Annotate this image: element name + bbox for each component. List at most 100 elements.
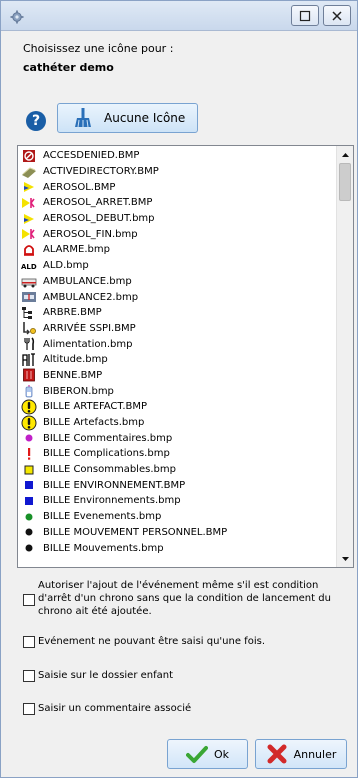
option-allow-event-checkbox[interactable]	[23, 594, 35, 606]
no-icon-button[interactable]: Aucune Icône	[57, 103, 198, 133]
list-item-label: BILLE Complications.bmp	[43, 448, 170, 460]
list-item[interactable]: BILLE Consommables.bmp	[18, 462, 336, 478]
list-item[interactable]: BILLE Commentaires.bmp	[18, 430, 336, 446]
list-item[interactable]: BILLE Complications.bmp	[18, 446, 336, 462]
list-item[interactable]: BILLE Mouvements.bmp	[18, 540, 336, 556]
list-item[interactable]: ALD ALD.bmp	[18, 258, 336, 274]
scroll-up-arrow[interactable]	[337, 146, 353, 163]
green-dot-icon	[21, 509, 37, 524]
list-item[interactable]: AEROSOL_DEBUT.bmp	[18, 211, 336, 227]
access-denied-icon	[21, 148, 37, 163]
title-bar[interactable]	[1, 1, 357, 31]
aerosol-stop-icon	[21, 195, 37, 210]
yellow-square-icon	[21, 462, 37, 477]
tree-icon	[21, 305, 37, 320]
help-icon[interactable]: ?	[26, 111, 46, 131]
option-allow-event[interactable]: Autoriser l'ajout de l'événement même s'…	[23, 579, 338, 618]
list-item-label: BENNE.BMP	[43, 369, 103, 381]
list-item[interactable]: ARRIVÉE SSPI.BMP	[18, 321, 336, 337]
vertical-scrollbar[interactable]	[336, 146, 353, 567]
list-item[interactable]: ARBRE.BMP	[18, 305, 336, 321]
ok-label: Ok	[213, 747, 230, 761]
list-item-label: Alimentation.bmp	[43, 338, 133, 350]
alarm-bell-icon	[21, 242, 37, 257]
red-exclamation-icon	[21, 446, 37, 461]
list-item[interactable]: Alimentation.bmp	[18, 336, 336, 352]
list-item-label: AMBULANCE.bmp	[43, 275, 132, 287]
list-item-label: AEROSOL_FIN.bmp	[43, 228, 138, 240]
icon-list[interactable]: ACCESDENIED.BMP ACTIVEDIRECTORY.BMP AEROSO…	[18, 146, 336, 567]
list-item[interactable]: BIBERON.bmp	[18, 383, 336, 399]
option-child-record[interactable]: Saisie sur le dossier enfant	[23, 669, 338, 682]
list-item[interactable]: BILLE MOUVEMENT PERSONNEL.BMP	[18, 525, 336, 541]
warning-ball-icon	[21, 399, 37, 415]
icon-chooser-dialog: Choisissez une icône pour : cathéter dem…	[0, 0, 358, 778]
option-single-entry-checkbox[interactable]	[23, 636, 35, 648]
blue-square-icon	[21, 478, 37, 493]
icon-listbox[interactable]: ACCESDENIED.BMP ACTIVEDIRECTORY.BMP AEROSO…	[17, 145, 354, 568]
option-child-record-label: Saisie sur le dossier enfant	[38, 670, 174, 681]
close-button[interactable]	[323, 5, 351, 26]
list-item[interactable]: AMBULANCE2.bmp	[18, 289, 336, 305]
list-item[interactable]: ACCESDENIED.BMP	[18, 148, 336, 164]
option-comment-checkbox[interactable]	[23, 703, 35, 715]
list-item-label: AEROSOL_DEBUT.bmp	[43, 213, 155, 225]
ambulance-icon	[21, 274, 37, 289]
option-single-entry[interactable]: Evénement ne pouvant être saisi qu'une f…	[23, 635, 338, 648]
list-item-label: BILLE Evenements.bmp	[43, 511, 162, 523]
active-directory-icon	[21, 164, 37, 179]
list-item[interactable]: BENNE.BMP	[18, 368, 336, 384]
target-name: cathéter demo	[23, 61, 114, 74]
list-item-label: BILLE Environnements.bmp	[43, 495, 181, 507]
black-dot-icon	[21, 525, 37, 540]
dumpster-icon	[21, 368, 37, 383]
fork-knife-icon	[21, 337, 37, 352]
list-item-label: Altitude.bmp	[43, 354, 108, 366]
broom-icon	[75, 108, 91, 128]
aerosol-start-icon	[21, 211, 37, 226]
ald-text-icon: ALD	[21, 258, 37, 273]
minimize-button[interactable]	[291, 5, 319, 26]
list-item-label: BILLE ENVIRONNEMENT.BMP	[43, 479, 186, 491]
list-item[interactable]: BILLE ARTEFACT.BMP	[18, 399, 336, 415]
app-gear-icon	[10, 9, 24, 24]
checkmark-icon	[185, 746, 208, 763]
list-item[interactable]: BILLE Artefacts.bmp	[18, 415, 336, 431]
list-item-label: BILLE Commentaires.bmp	[43, 432, 173, 444]
list-item-label: BILLE Consommables.bmp	[43, 464, 176, 476]
warning-ball-icon	[21, 415, 37, 431]
list-item[interactable]: AEROSOL.BMP	[18, 179, 336, 195]
list-item-label: AMBULANCE2.bmp	[43, 291, 139, 303]
list-item[interactable]: ALARME.bmp	[18, 242, 336, 258]
black-dot-icon	[21, 541, 37, 556]
option-single-entry-label: Evénement ne pouvant être saisi qu'une f…	[38, 636, 265, 647]
list-item[interactable]: AEROSOL_FIN.bmp	[18, 226, 336, 242]
list-item[interactable]: BILLE Environnements.bmp	[18, 493, 336, 509]
list-item-label: BIBERON.bmp	[43, 385, 114, 397]
cancel-label: Annuler	[293, 747, 337, 761]
scroll-thumb[interactable]	[339, 163, 351, 201]
option-comment[interactable]: Saisir un commentaire associé	[23, 702, 338, 715]
option-child-record-checkbox[interactable]	[23, 670, 35, 682]
cancel-button[interactable]: Annuler	[255, 739, 347, 769]
list-item-label: AEROSOL_ARRET.BMP	[43, 197, 153, 209]
ok-button[interactable]: Ok	[167, 739, 248, 769]
list-item-label: AEROSOL.BMP	[43, 181, 116, 193]
svg-text:ALD: ALD	[21, 263, 37, 271]
list-item[interactable]: BILLE Evenements.bmp	[18, 509, 336, 525]
aerosol-end-icon	[21, 227, 37, 242]
list-item[interactable]: ACTIVEDIRECTORY.BMP	[18, 164, 336, 180]
minimize-icon	[299, 10, 311, 21]
scroll-down-arrow[interactable]	[337, 550, 353, 567]
ambulance2-icon	[21, 290, 37, 305]
list-item[interactable]: Altitude.bmp	[18, 352, 336, 368]
list-item[interactable]: BILLE ENVIRONNEMENT.BMP	[18, 477, 336, 493]
list-item-label: ARRIVÉE SSPI.BMP	[43, 322, 136, 334]
list-item[interactable]: AMBULANCE.bmp	[18, 274, 336, 290]
list-item[interactable]: AEROSOL_ARRET.BMP	[18, 195, 336, 211]
aerosol-icon	[21, 180, 37, 195]
blue-square-icon	[21, 493, 37, 508]
list-item-label: ACCESDENIED.BMP	[43, 150, 140, 162]
list-item-label: BILLE ARTEFACT.BMP	[43, 401, 148, 413]
no-icon-label: Aucune Icône	[104, 111, 186, 125]
